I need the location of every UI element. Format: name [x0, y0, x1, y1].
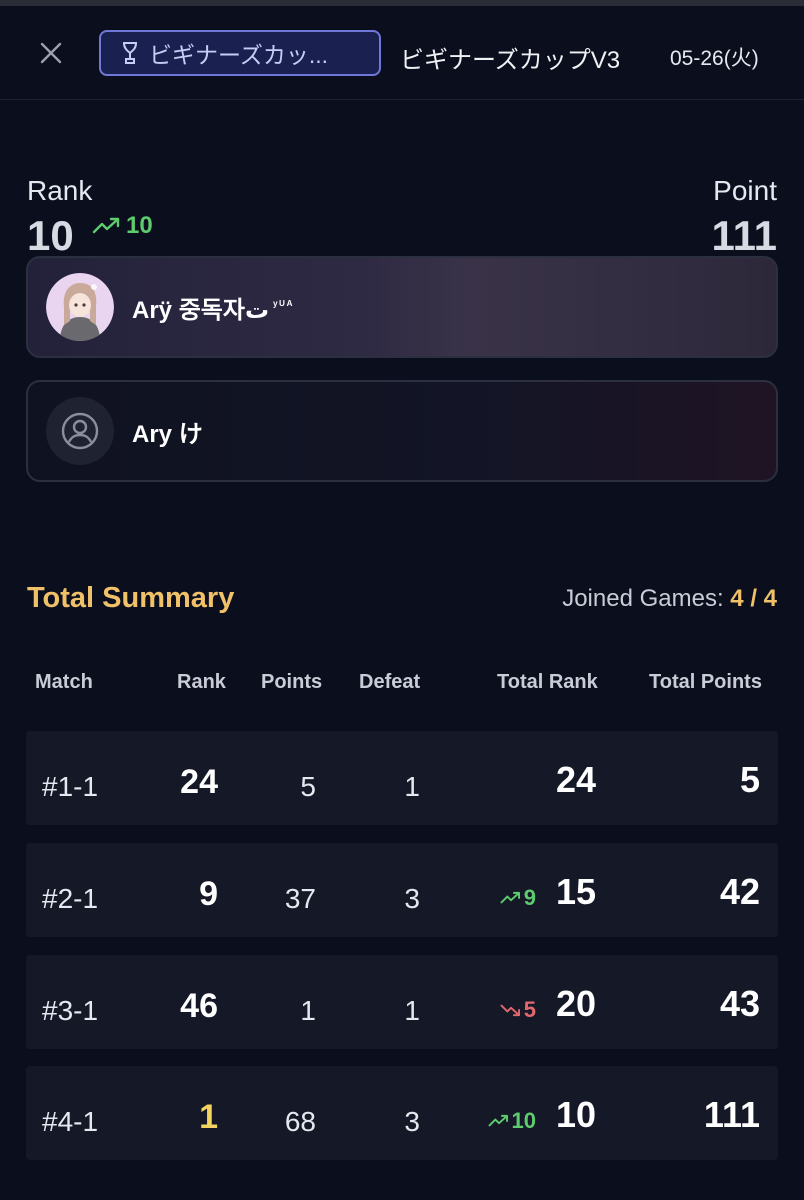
column-header-total-points: Total Points: [649, 671, 762, 693]
trend-down-icon: [500, 1004, 520, 1017]
total-points: 42: [719, 871, 760, 912]
player-tag: ʸᵁᴬ: [273, 297, 295, 312]
cup-badge[interactable]: ビギナーズカッ...: [99, 30, 381, 76]
close-icon: [40, 42, 62, 64]
match-points: 1: [300, 995, 316, 1026]
player-name-text: Arÿ 중독자ت: [132, 296, 270, 324]
total-points: 43: [719, 983, 760, 1024]
joined-games: Joined Games: 4 / 4: [562, 585, 777, 613]
total-rank: 20: [555, 983, 596, 1024]
point-value: 111: [711, 212, 777, 259]
match-id: #3-1: [42, 995, 99, 1026]
rank-change-value: 9: [523, 885, 536, 910]
trophy-icon: [123, 42, 137, 64]
rank-change: 10: [488, 1108, 536, 1134]
column-header-rank: Rank: [177, 671, 226, 693]
point-label: Point: [713, 175, 777, 206]
summary-title: Total Summary: [27, 582, 235, 614]
total-points: 5: [739, 759, 760, 800]
match-rank: 9: [199, 875, 218, 913]
trend-up-icon: [500, 891, 520, 904]
table-row: #4-1 1 68 3 10 10 111: [26, 1066, 778, 1160]
match-rank: 46: [180, 987, 218, 1025]
avatar: [46, 397, 114, 465]
joined-games-label: Joined Games:: [562, 585, 724, 612]
total-points: 111: [703, 1094, 760, 1135]
player-card[interactable]: Arÿ 중독자ت ʸᵁᴬ: [26, 256, 778, 358]
cup-title: ビギナーズカップV3: [400, 47, 621, 74]
rank-change-value: 5: [523, 997, 536, 1022]
match-rank: 1: [199, 1098, 218, 1136]
cup-badge-label: ビギナーズカッ...: [149, 42, 329, 68]
trend-up-icon: [92, 217, 120, 234]
table-row: #1-1 24 5 1 24 5: [26, 731, 778, 825]
total-rank: 24: [555, 759, 596, 800]
match-points: 68: [284, 1106, 316, 1137]
match-defeat: 1: [404, 995, 420, 1026]
match-points: 37: [284, 883, 316, 914]
player-name: Arÿ 중독자ت ʸᵁᴬ: [132, 290, 294, 325]
column-header-total-rank: Total Rank: [497, 671, 598, 693]
table-row: #3-1 46 1 1 5 20 43: [26, 955, 778, 1049]
rank-change: 10: [92, 212, 153, 240]
match-defeat: 1: [404, 771, 420, 802]
column-header-match: Match: [35, 671, 93, 693]
avatar: [46, 273, 114, 341]
match-rank: 24: [180, 763, 218, 801]
event-date: 05-26(火): [670, 47, 759, 70]
rank-label: Rank: [27, 175, 93, 206]
total-rank: 10: [555, 1094, 596, 1135]
rank-change-value: 10: [511, 1108, 536, 1133]
column-header-points: Points: [261, 671, 323, 693]
player-name: Ary け: [132, 420, 203, 448]
match-id: #2-1: [42, 883, 99, 914]
match-id: #1-1: [42, 771, 99, 802]
match-points: 5: [300, 771, 316, 802]
rank-change-value: 10: [126, 212, 153, 239]
player-card[interactable]: Ary け: [26, 380, 778, 482]
joined-games-value: 4 / 4: [730, 585, 777, 612]
user-icon: [61, 412, 99, 450]
rank-change: 9: [500, 885, 536, 911]
header-bar: ビギナーズカッ... ビギナーズカップV3 05-26(火): [0, 6, 804, 100]
rank-change: 5: [500, 997, 536, 1023]
total-rank: 15: [555, 871, 596, 912]
rank-value: 10: [27, 212, 74, 259]
match-defeat: 3: [404, 1106, 420, 1137]
table-row: #2-1 9 37 3 9 15 42: [26, 843, 778, 937]
match-defeat: 3: [404, 883, 420, 914]
column-header-defeat: Defeat: [359, 671, 421, 693]
close-button[interactable]: [34, 36, 68, 70]
trend-up-icon: [488, 1114, 508, 1127]
match-id: #4-1: [42, 1106, 99, 1137]
